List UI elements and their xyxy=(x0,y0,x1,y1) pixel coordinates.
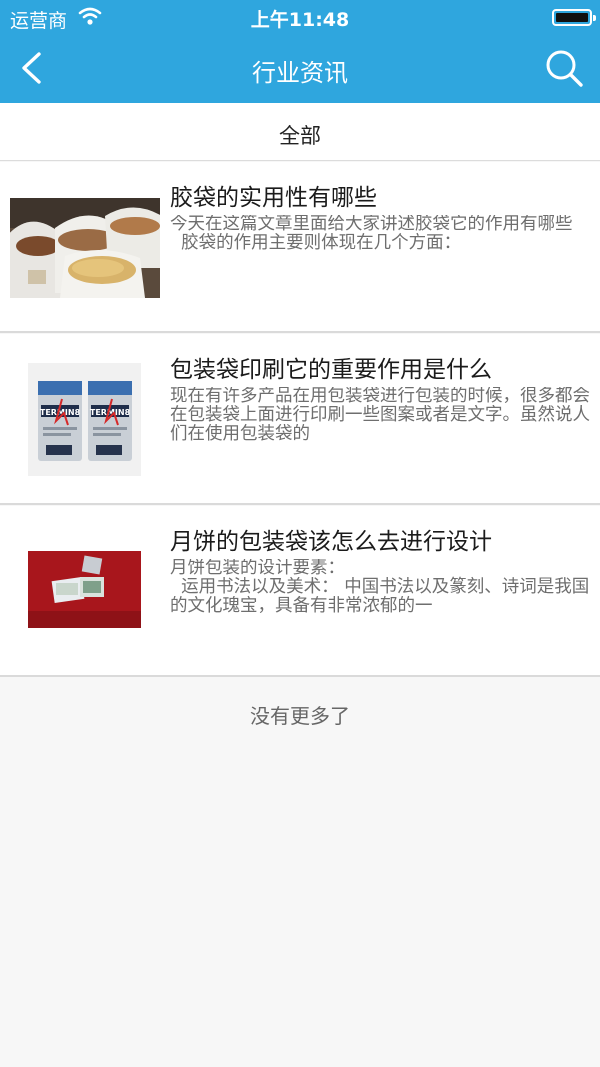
article-thumbnail: TERMIN8 TERMIN8 xyxy=(28,363,141,476)
article-item[interactable]: 月饼的包装袋该怎么去进行设计 月饼包装的设计要素： 运用书法以及美术： 中国书法… xyxy=(0,506,600,677)
chevron-left-icon xyxy=(22,52,41,84)
article-title: 包装袋印刷它的重要作用是什么 xyxy=(170,357,492,383)
mooncake-bags-image xyxy=(28,551,141,628)
article-title: 月饼的包装袋该怎么去进行设计 xyxy=(170,529,492,555)
page-title: 行业资讯 xyxy=(252,59,348,87)
battery-icon xyxy=(552,9,596,26)
article-thumbnail xyxy=(10,198,160,298)
search-icon xyxy=(546,50,583,87)
navigation-bar: 行业资讯 xyxy=(0,34,600,103)
article-summary: 今天在这篇文章里面给大家讲述胶袋它的作用有哪些 胶袋的作用主要则体现在几个方面： xyxy=(170,215,573,253)
status-time: 上午11:48 xyxy=(250,9,350,31)
article-item[interactable]: TERMIN8 TERMIN8 包装袋印刷它的重要作用是什么 现在有许多产品在用… xyxy=(0,334,600,505)
article-summary: 月饼包装的设计要素： 运用书法以及美术： 中国书法以及篆刻、诗词是我国的文化瑰宝… xyxy=(170,559,590,616)
article-title: 胶袋的实用性有哪些 xyxy=(170,185,377,211)
search-button[interactable] xyxy=(542,46,586,90)
packaging-bags-image: TERMIN8 TERMIN8 xyxy=(28,363,141,476)
article-item[interactable]: 胶袋的实用性有哪些 今天在这篇文章里面给大家讲述胶袋它的作用有哪些 胶袋的作用主… xyxy=(0,162,600,333)
app-header: 运营商 上午11:48 行业资讯 xyxy=(0,0,600,103)
article-thumbnail xyxy=(28,551,141,628)
category-tabs: 全部 xyxy=(0,103,600,161)
status-bar: 运营商 上午11:48 xyxy=(0,0,600,34)
no-more-label: 没有更多了 xyxy=(250,704,350,728)
bags-photo-image xyxy=(10,198,160,298)
article-summary: 现在有许多产品在用包装袋进行包装的时候，很多都会在包装袋上面进行印刷一些图案或者… xyxy=(170,387,590,444)
tab-all[interactable]: 全部 xyxy=(0,120,600,150)
back-button[interactable] xyxy=(10,46,54,90)
